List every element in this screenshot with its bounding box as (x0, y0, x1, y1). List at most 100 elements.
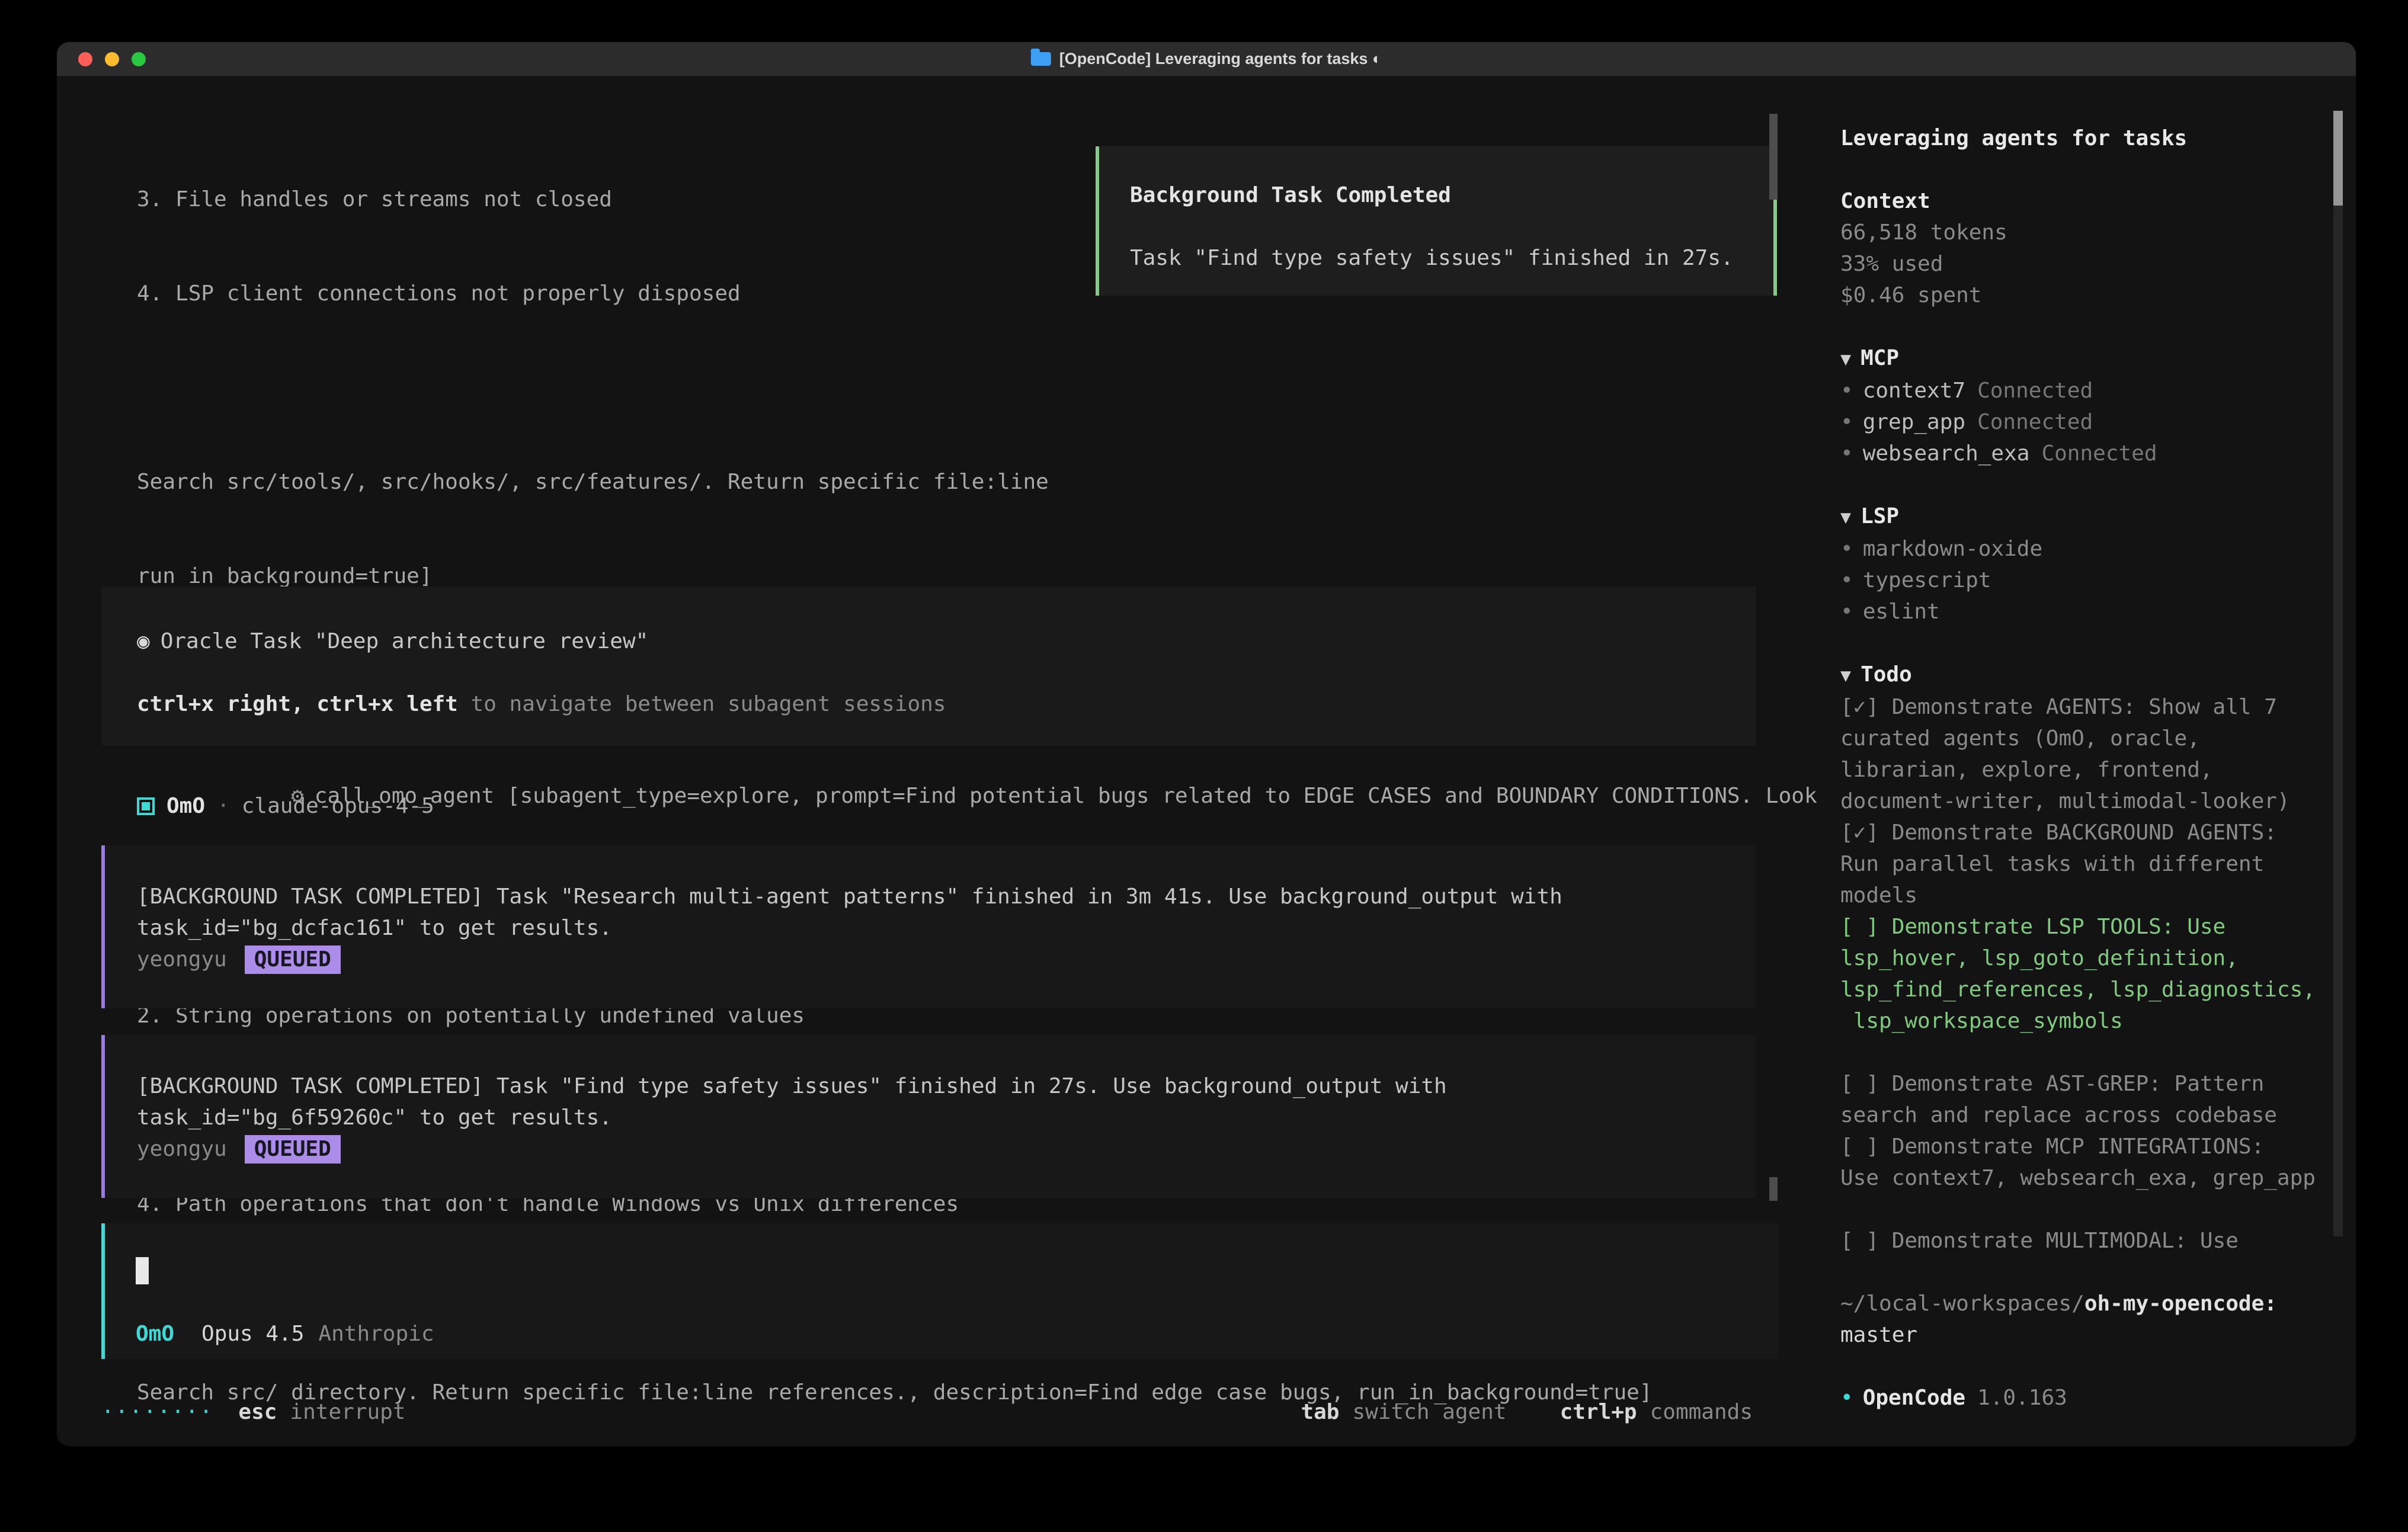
mcp-section-header[interactable]: ▼ MCP (1840, 342, 2335, 375)
chevron-down-icon: ▼ (1840, 665, 1851, 686)
context-used: 33% used (1840, 248, 2335, 280)
agent-square-icon (137, 797, 155, 815)
todo-heading: Todo (1861, 662, 1912, 687)
message-text: task_id="bg_dcfac161" to get results. (137, 912, 1732, 944)
agent-separator: · (217, 790, 230, 822)
message-text: [BACKGROUND TASK COMPLETED] Task "Resear… (137, 881, 1732, 912)
input-provider-label: Anthropic (318, 1322, 434, 1346)
lsp-name: markdown-oxide (1863, 537, 2042, 561)
shortcut-commands: ctrl+p commands (1560, 1396, 1753, 1428)
mcp-item: •websearch_exaConnected (1840, 438, 2335, 469)
input-agent-label: OmO (136, 1322, 174, 1346)
message-author: yeongyu (137, 1133, 227, 1165)
message-meta: yeongyu QUEUED (137, 944, 1732, 975)
sidebar-spacer (1840, 1037, 2335, 1068)
mcp-item: •grep_appConnected (1840, 406, 2335, 438)
status-dot-icon: • (1840, 1386, 1853, 1410)
toast-spacer (1130, 211, 1750, 242)
text-cursor (136, 1257, 149, 1284)
sidebar-spacer (1840, 627, 2335, 659)
titlebar: [OpenCode] Leveraging agents for tasks ◐ (57, 42, 2356, 76)
app-version: 1.0.163 (1977, 1386, 2067, 1410)
screenshot-stage: [OpenCode] Leveraging agents for tasks ◐… (0, 0, 2408, 1532)
background-task-toast[interactable]: Background Task Completed Task "Find typ… (1096, 146, 1777, 296)
sidebar-scrollbar-thumb[interactable] (2333, 111, 2343, 206)
terminal-window: [OpenCode] Leveraging agents for tasks ◐… (56, 41, 2356, 1447)
minimize-button[interactable] (105, 52, 119, 66)
zoom-button[interactable] (132, 52, 146, 66)
mcp-item: •context7Connected (1840, 375, 2335, 406)
agent-header: OmO · claude-opus-4-5 (137, 790, 434, 822)
toast-title: Background Task Completed (1130, 180, 1750, 211)
message-text: task_id="bg_6f59260c" to get results. (137, 1102, 1732, 1133)
oracle-hint-keys: ctrl+x right, ctrl+x left (137, 692, 458, 716)
bullet-icon: • (1840, 537, 1853, 561)
workspace-path-prefix: ~/local-workspaces/ (1840, 1291, 2084, 1316)
oracle-task-icon: ◉ (137, 629, 150, 653)
todo-item-active: [ ] Demonstrate LSP TOOLS: Use lsp_hover… (1840, 911, 2335, 1037)
prompt-input[interactable]: OmO Opus 4.5 Anthropic (101, 1223, 1778, 1359)
lsp-name: typescript (1863, 568, 1991, 592)
tab-label: switch agent (1352, 1396, 1506, 1428)
status-left: ········ esc interrupt (101, 1396, 406, 1428)
tool-call-text: call_omo_agent [subagent_type=explore, p… (315, 784, 1817, 808)
sidebar-spacer (1840, 469, 2335, 501)
sidebar-spacer (1840, 1351, 2335, 1382)
oracle-task-panel: ◉Oracle Task "Deep architecture review" … (101, 586, 1756, 746)
mcp-status: Connected (1977, 410, 2093, 434)
agent-name: OmO (166, 790, 205, 822)
lsp-heading: LSP (1861, 504, 1899, 528)
mcp-heading: MCP (1861, 346, 1899, 370)
todo-item-done: [✓] Demonstrate AGENTS: Show all 7 curat… (1840, 691, 2335, 817)
message-text: [BACKGROUND TASK COMPLETED] Task "Find t… (137, 1071, 1732, 1102)
input-meta: OmO Opus 4.5 Anthropic (136, 1318, 434, 1350)
message-card: [BACKGROUND TASK COMPLETED] Task "Find t… (101, 1035, 1756, 1198)
bullet-icon: • (1840, 379, 1853, 403)
queued-badge: QUEUED (245, 946, 341, 974)
ctrlp-key: ctrl+p (1560, 1396, 1637, 1428)
context-tokens: 66,518 tokens (1840, 217, 2335, 248)
shortcut-esc: esc interrupt (238, 1396, 405, 1428)
status-right: tab switch agent ctrl+p commands (1301, 1396, 1753, 1428)
main-scrollbar-thumb[interactable] (1769, 114, 1778, 200)
context-heading: Context (1840, 185, 2335, 217)
log-line: Search src/tools/, src/hooks/, src/featu… (137, 466, 1817, 498)
app-name: OpenCode (1863, 1386, 1965, 1410)
lsp-section-header[interactable]: ▼ LSP (1840, 501, 2335, 533)
folder-icon (1031, 52, 1051, 66)
input-model-label: Opus 4.5 (201, 1322, 304, 1346)
todo-item-pending: [ ] Demonstrate AST-GREP: Pattern search… (1840, 1068, 2335, 1131)
lsp-item: • markdown-oxide (1840, 533, 2335, 565)
message-card: [BACKGROUND TASK COMPLETED] Task "Resear… (101, 845, 1756, 1008)
todo-section-header[interactable]: ▼ Todo (1840, 659, 2335, 691)
workspace-path: ~/local-workspaces/oh-my-opencode: (1840, 1288, 2335, 1319)
bullet-icon: • (1840, 568, 1853, 592)
shortcut-tab: tab switch agent (1301, 1396, 1506, 1428)
message-meta: yeongyu QUEUED (137, 1133, 1732, 1165)
bullet-icon: • (1840, 441, 1853, 466)
window-title: [OpenCode] Leveraging agents for tasks ◐ (1031, 50, 1382, 68)
status-bar: ········ esc interrupt tab switch agent … (101, 1396, 1753, 1428)
close-button[interactable] (78, 52, 92, 66)
window-title-text: [OpenCode] Leveraging agents for tasks ◐ (1059, 50, 1382, 68)
todo-item-pending: [ ] Demonstrate MCP INTEGRATIONS: Use co… (1840, 1131, 2335, 1194)
sidebar-spacer (1840, 1194, 2335, 1225)
bullet-icon: • (1840, 600, 1853, 624)
lsp-item: •eslint (1840, 596, 2335, 627)
oracle-hint-text: to navigate between subagent sessions (458, 692, 946, 716)
sidebar-scrollbar-track[interactable] (2333, 111, 2343, 1236)
sidebar-spacer (1840, 154, 2335, 185)
oracle-task-title: Oracle Task "Deep architecture review" (161, 629, 649, 653)
activity-dots: ········ (101, 1396, 213, 1428)
chevron-down-icon: ▼ (1840, 349, 1851, 370)
mcp-status: Connected (2041, 441, 2157, 466)
mcp-name: grep_app (1863, 410, 1965, 434)
chevron-down-icon: ▼ (1840, 507, 1851, 528)
main-scrollbar-thumb[interactable] (1769, 1177, 1778, 1201)
esc-label: interrupt (290, 1396, 405, 1428)
session-title: Leveraging agents for tasks (1840, 123, 2335, 154)
esc-key: esc (238, 1396, 277, 1428)
app-version-line: • OpenCode 1.0.163 (1840, 1382, 2335, 1414)
mcp-status: Connected (1977, 379, 2093, 403)
agent-model: claude-opus-4-5 (242, 790, 434, 822)
